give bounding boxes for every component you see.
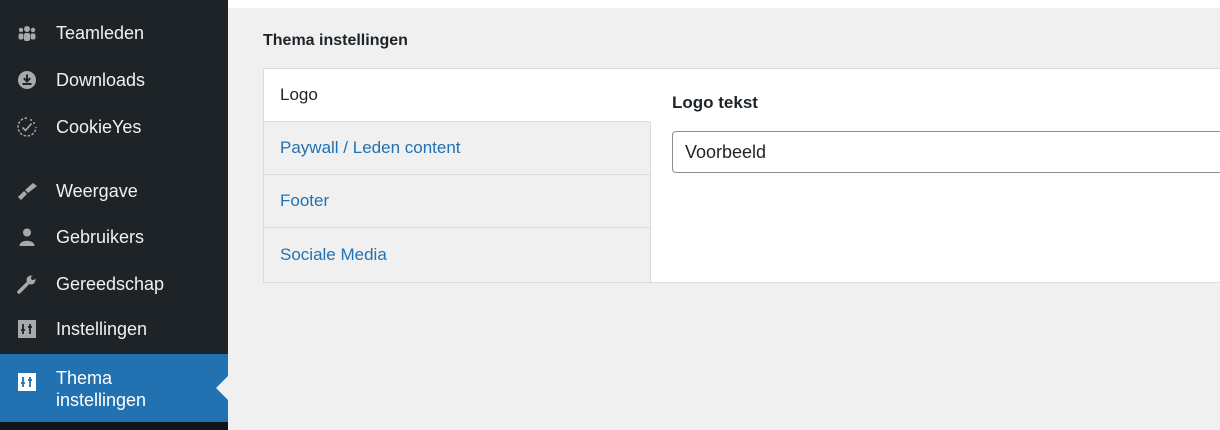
active-indicator-arrow <box>216 376 228 400</box>
settings-sliders-icon <box>16 371 38 393</box>
sidebar-item-label: Teamleden <box>56 23 145 43</box>
logo-text-input[interactable] <box>672 131 1220 173</box>
tab-content-logo: Logo tekst <box>672 93 1220 173</box>
logo-text-label: Logo tekst <box>672 93 758 112</box>
sidebar-item-label: Weergave <box>56 181 138 201</box>
settings-sliders-icon <box>16 318 38 340</box>
sidebar-item-label: Downloads <box>56 70 146 90</box>
tab-sociale-media[interactable]: Sociale Media <box>264 228 651 282</box>
tools-wrench-icon <box>16 273 38 295</box>
download-icon <box>16 69 38 91</box>
sidebar-item-instellingen[interactable]: Instellingen <box>0 316 228 342</box>
sidebar-item-thema-instellingen[interactable]: Thema instellingen <box>0 354 228 422</box>
sidebar-item-label-line1: Thema <box>56 368 113 388</box>
sidebar-item-label: Gereedschap <box>56 274 165 294</box>
sidebar-item-gereedschap[interactable]: Gereedschap <box>0 271 228 297</box>
page-title: Thema instellingen <box>263 32 408 49</box>
sidebar-item-label: Gebruikers <box>56 227 145 247</box>
sidebar-item-label: CookieYes <box>56 117 142 137</box>
users-icon <box>16 226 38 248</box>
sidebar-item-teamleden[interactable]: Teamleden <box>0 20 228 46</box>
groups-icon <box>16 22 38 44</box>
settings-panel: Logo Paywall / Leden content Footer Soci… <box>263 68 1220 283</box>
cookieyes-icon <box>16 116 38 138</box>
tab-logo[interactable]: Logo <box>264 69 651 122</box>
appearance-brush-icon <box>16 180 38 202</box>
sidebar-item-gebruikers[interactable]: Gebruikers <box>0 224 228 250</box>
sidebar-item-downloads[interactable]: Downloads <box>0 67 228 93</box>
sidebar-item-cookieyes[interactable]: CookieYes <box>0 114 228 140</box>
settings-tabs: Logo Paywall / Leden content Footer Soci… <box>264 69 651 282</box>
top-strip <box>228 0 1220 8</box>
tab-paywall-leden-content[interactable]: Paywall / Leden content <box>264 122 651 175</box>
sidebar-bottom <box>0 422 228 430</box>
tab-footer[interactable]: Footer <box>264 175 651 228</box>
sidebar-item-label-line2: instellingen <box>56 390 147 410</box>
sidebar-item-weergave[interactable]: Weergave <box>0 178 228 204</box>
sidebar-item-label: Instellingen <box>56 319 148 339</box>
sidebar-item-label: Thema instellingen <box>56 367 146 411</box>
admin-sidebar: Teamleden Downloads CookieYes Weergave G… <box>0 0 228 430</box>
